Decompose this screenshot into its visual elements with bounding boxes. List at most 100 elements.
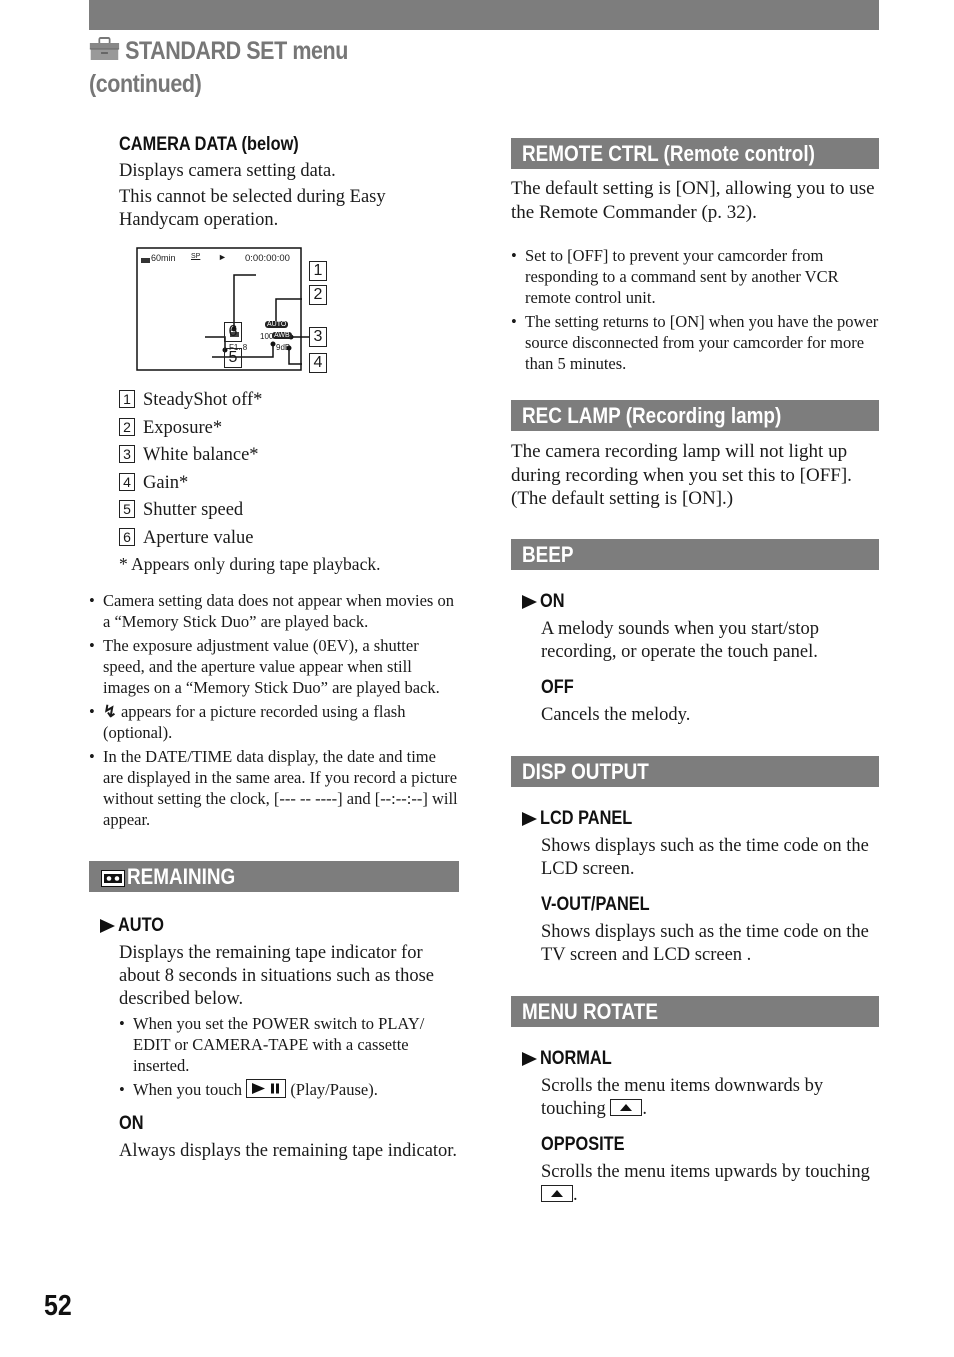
lcd-play-symbol: ► xyxy=(218,252,227,262)
beep-section-bar: BEEP xyxy=(511,538,879,570)
toolbox-icon xyxy=(89,37,120,69)
legend-number: 1 xyxy=(119,390,135,408)
rec-lamp-title: REC LAMP (Recording lamp) xyxy=(522,403,782,428)
remaining-on-label: ON xyxy=(119,1113,144,1134)
callout-3: 3 xyxy=(309,327,327,347)
remaining-title: REMAINING xyxy=(127,864,236,889)
camera-data-notes: Camera setting data does not appear when… xyxy=(89,590,459,830)
disp-output-lcd-desc: Shows displays such as the time code on … xyxy=(541,835,869,879)
remote-ctrl-section-bar: REMOTE CTRL (Remote control) xyxy=(511,138,879,169)
up-arrow-button-icon xyxy=(610,1098,643,1116)
legend-item: 4 Gain* xyxy=(119,470,459,498)
beep-title: BEEP xyxy=(522,541,574,567)
menu-rotate-opposite-desc: Scrolls the menu items upwards by touchi… xyxy=(541,1161,879,1207)
period: . xyxy=(642,1098,647,1119)
page-title: STANDARD SET menu (continued) xyxy=(89,36,348,100)
callout-4: 4 xyxy=(309,353,327,373)
bullet-item: The setting returns to [ON] when you hav… xyxy=(511,311,879,374)
rec-lamp-section-bar: REC LAMP (Recording lamp) xyxy=(511,400,879,431)
legend-label: Exposure* xyxy=(143,417,223,438)
bullet-text: (Play/Pause). xyxy=(290,1080,378,1099)
remaining-section-bar: REMAINING xyxy=(89,861,459,892)
camera-data-desc-2: This cannot be selected during Easy Hand… xyxy=(119,187,386,230)
period: . xyxy=(573,1184,578,1205)
legend-list: 1 SteadyShot off* 2 Exposure* 3 White balan… xyxy=(119,387,459,576)
title-line-2: (continued) xyxy=(89,70,202,98)
title-line-1: STANDARD SET menu xyxy=(125,37,348,65)
option-label: LCD PANEL xyxy=(540,807,633,829)
lcd-gain: 9dB xyxy=(276,343,291,352)
note-item: Camera setting data does not appear when… xyxy=(89,590,459,632)
option-label: ON xyxy=(540,590,565,612)
legend-label: Aperture value xyxy=(143,527,254,548)
legend-number: 5 xyxy=(119,500,135,518)
top-header-bar xyxy=(89,0,879,30)
menu-rotate-title: MENU ROTATE xyxy=(522,998,658,1024)
camera-data-heading: CAMERA DATA (below) xyxy=(119,134,299,155)
legend-number: 2 xyxy=(119,417,135,436)
menu-rotate-section-bar: MENU ROTATE xyxy=(511,995,879,1027)
bullet-text: When you touch xyxy=(133,1080,243,1099)
remaining-auto-bullets: When you set the POWER switch to PLAY/ E… xyxy=(119,1013,459,1100)
lcd-mode: SP xyxy=(191,253,201,260)
beep-off-desc: Cancels the melody. xyxy=(541,704,691,725)
remaining-auto-option: AUTO xyxy=(100,914,459,938)
beep-on-desc: A melody sounds when you start/stop reco… xyxy=(541,618,820,662)
lcd-exposure: AUTO xyxy=(265,321,289,328)
legend-item: 1 SteadyShot off* xyxy=(119,387,459,415)
page-number: 52 xyxy=(44,1290,72,1322)
desc-text: Scrolls the menu items upwards by touchi… xyxy=(541,1161,870,1182)
note-item: ↯ appears for a picture recorded using a… xyxy=(89,701,459,743)
legend-number: 3 xyxy=(119,445,135,463)
lcd-diagram: 60min SP ► 0:00:00:00 AUTO 100 AWB F1. 8… xyxy=(119,247,379,375)
disp-output-title: DISP OUTPUT xyxy=(522,758,649,784)
legend-item: 3 White balance* xyxy=(119,442,459,470)
remote-ctrl-desc: The default setting is [ON], allowing yo… xyxy=(511,178,875,223)
callout-6: 6 xyxy=(224,322,242,342)
rec-lamp-desc: The camera recording lamp will not light… xyxy=(511,441,852,509)
legend-number: 6 xyxy=(119,527,135,546)
legend-label: Gain* xyxy=(143,472,189,493)
default-arrow-icon xyxy=(100,919,115,933)
default-arrow-icon xyxy=(522,594,537,609)
legend-label: SteadyShot off* xyxy=(143,390,263,410)
bullet-item: Set to [OFF] to prevent your camcorder f… xyxy=(511,245,879,308)
beep-off-label: OFF xyxy=(541,676,574,698)
note-item: The exposure adjustment value (0EV), a s… xyxy=(89,635,459,698)
callout-1: 1 xyxy=(309,261,327,281)
default-arrow-icon xyxy=(522,1051,537,1066)
menu-rotate-opposite-label: OPPOSITE xyxy=(541,1133,625,1155)
lcd-white-balance: AWB xyxy=(272,332,292,339)
legend-item: 6 Aperture value xyxy=(119,525,459,553)
up-arrow-button-icon xyxy=(541,1184,573,1202)
legend-item: 2 Exposure* xyxy=(119,415,459,443)
left-column: CAMERA DATA (below) Displays camera sett… xyxy=(89,133,459,1163)
menu-rotate-normal-desc: Scrolls the menu items downwards by touc… xyxy=(541,1075,879,1121)
right-column: REMOTE CTRL (Remote control) The default… xyxy=(511,138,879,1207)
default-arrow-icon xyxy=(522,811,537,826)
remote-ctrl-bullets: Set to [OFF] to prevent your camcorder f… xyxy=(511,245,879,374)
legend-label: Shutter speed xyxy=(143,500,244,520)
legend-footnote: * Appears only during tape playback. xyxy=(119,554,381,574)
callout-5: 5 xyxy=(224,348,242,368)
play-pause-button-icon xyxy=(246,1079,287,1098)
legend-label: White balance* xyxy=(143,445,259,465)
remote-ctrl-title: REMOTE CTRL (Remote control) xyxy=(522,141,815,166)
note-text: appears for a picture recorded using a f… xyxy=(103,702,406,742)
disp-output-section-bar: DISP OUTPUT xyxy=(511,755,879,787)
bullet-item: When you set the POWER switch to PLAY/ E… xyxy=(119,1013,459,1076)
beep-on-option: ON xyxy=(522,590,879,614)
remaining-auto-desc: Displays the remaining tape indicator fo… xyxy=(119,943,434,1009)
lcd-battery: 60min xyxy=(151,253,176,263)
bullet-item: When you touch (Play/Pause). xyxy=(119,1079,459,1100)
callout-2: 2 xyxy=(309,285,327,305)
menu-rotate-normal-option: NORMAL xyxy=(522,1047,879,1071)
desc-text: Scrolls the menu items downwards by touc… xyxy=(541,1075,824,1119)
flash-icon: ↯ xyxy=(103,702,117,721)
legend-number: 4 xyxy=(119,472,135,491)
note-item: In the DATE/TIME data display, the date … xyxy=(89,746,459,830)
cassette-icon xyxy=(101,864,125,892)
lcd-timecode: 0:00:00:00 xyxy=(245,253,290,264)
disp-output-lcd-option: LCD PANEL xyxy=(522,807,879,831)
camera-data-desc-1: Displays camera setting data. xyxy=(119,161,336,181)
